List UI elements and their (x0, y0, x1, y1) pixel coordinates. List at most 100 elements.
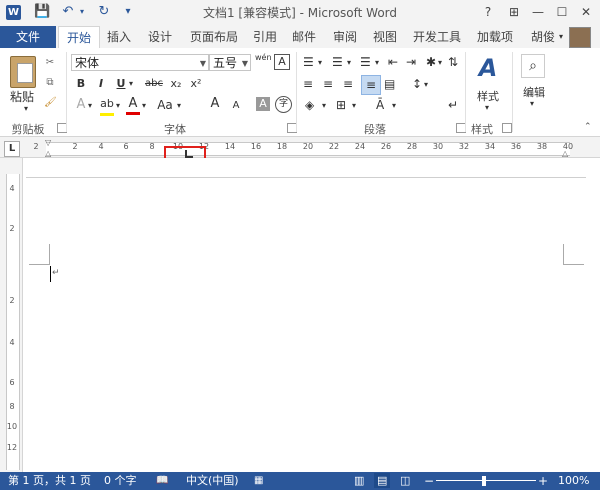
maximize-button[interactable]: ☐ (552, 3, 572, 21)
font-color-icon[interactable]: A (126, 96, 140, 115)
styles-dropdown-icon[interactable]: ▾ (485, 103, 489, 112)
print-layout-icon[interactable]: ▤ (377, 474, 387, 488)
show-marks-icon[interactable]: ↵ (448, 98, 458, 112)
shading-icon[interactable]: ◈ (305, 98, 314, 112)
editing-dropdown-icon[interactable]: ▾ (530, 99, 534, 108)
zoom-slider-track[interactable] (436, 480, 536, 481)
change-case-dropdown-icon[interactable]: ▾ (177, 101, 181, 110)
save-icon[interactable]: 💾 (34, 4, 50, 20)
multilevel-dropdown-icon[interactable]: ▾ (375, 58, 379, 67)
paste-button-label[interactable]: 粘贴 (10, 88, 38, 105)
read-mode-icon[interactable]: ▥ (354, 474, 364, 488)
align-right-icon[interactable]: ≡ (343, 77, 353, 91)
chinese-layout-dropdown-icon[interactable]: ▾ (438, 58, 442, 67)
align-left-icon[interactable]: ≡ (303, 77, 313, 91)
zoom-level[interactable]: 100% (558, 474, 589, 488)
redo-icon[interactable]: ↻ (96, 4, 112, 20)
character-shading-icon[interactable]: A (256, 97, 270, 111)
macro-record-icon[interactable]: ▦ (254, 474, 263, 488)
numbering-icon[interactable]: ☰ (332, 55, 343, 69)
sort-icon[interactable]: ⇅ (448, 55, 458, 69)
styles-icon[interactable]: A (474, 54, 502, 84)
minimize-button[interactable]: — (528, 3, 548, 21)
proofing-icon[interactable]: 📖 (156, 474, 168, 488)
tab-view[interactable]: 视图 (368, 26, 402, 48)
align-center-icon[interactable]: ≡ (323, 77, 333, 91)
first-line-indent-icon[interactable]: ▽ (45, 138, 51, 147)
help-button[interactable]: ? (478, 3, 498, 21)
styles-button-label[interactable]: 样式 (474, 88, 502, 104)
increase-indent-icon[interactable]: ⇥ (406, 55, 416, 69)
format-painter-icon[interactable]: 🖌 (44, 97, 57, 109)
left-indent-icon[interactable]: △ (45, 149, 51, 158)
status-page-count[interactable]: 第 1 页，共 1 页 (8, 474, 91, 488)
grow-font-button[interactable]: A (207, 96, 223, 112)
tab-review[interactable]: 审阅 (327, 26, 363, 48)
shrink-font-button[interactable]: A (229, 98, 243, 114)
enclose-characters-icon[interactable]: 字 (275, 96, 292, 113)
asian-layout-dropdown-icon[interactable]: ▾ (392, 101, 396, 110)
highlight-dropdown-icon[interactable]: ▾ (116, 101, 120, 110)
bold-button[interactable]: B (74, 76, 88, 92)
binoculars-icon[interactable]: ⌕ (521, 54, 545, 78)
highlight-color-icon[interactable]: ab (100, 97, 114, 116)
editing-button-label[interactable]: 编辑 (519, 84, 549, 100)
customize-qat-icon[interactable]: ▾ (120, 4, 136, 20)
font-size-combo[interactable]: 五号 ▼ (209, 54, 251, 71)
tab-page-layout[interactable]: 页面布局 (184, 26, 244, 48)
decrease-indent-icon[interactable]: ⇤ (388, 55, 398, 69)
tab-selector-icon[interactable]: L (4, 141, 20, 157)
numbering-dropdown-icon[interactable]: ▾ (347, 58, 351, 67)
justify-icon[interactable]: ≡ (361, 75, 381, 95)
chevron-down-icon[interactable]: ▼ (242, 55, 248, 72)
bullets-icon[interactable]: ☰ (303, 55, 314, 69)
subscript-button[interactable]: x₂ (168, 76, 184, 92)
text-effects-icon[interactable]: A (74, 97, 88, 113)
web-layout-icon[interactable]: ◫ (400, 474, 410, 488)
borders-icon[interactable]: ⊞ (336, 98, 346, 112)
borders-dropdown-icon[interactable]: ▾ (352, 101, 356, 110)
font-name-combo[interactable]: 宋体 ▼ (71, 54, 209, 71)
asian-layout-icon[interactable]: Ā (376, 98, 384, 112)
cut-icon[interactable]: ✂ (44, 57, 56, 69)
change-case-button[interactable]: Aa (154, 97, 176, 113)
status-word-count[interactable]: 0 个字 (104, 474, 137, 488)
line-spacing-dropdown-icon[interactable]: ▾ (424, 80, 428, 89)
shading-dropdown-icon[interactable]: ▾ (322, 101, 326, 110)
status-language[interactable]: 中文(中国) (186, 474, 239, 488)
multilevel-list-icon[interactable]: ☰ (360, 55, 371, 69)
user-name[interactable]: 胡俊 (526, 26, 560, 48)
font-color-dropdown-icon[interactable]: ▾ (142, 101, 146, 110)
chinese-layout-icon[interactable]: ✱ (426, 55, 436, 69)
tab-file[interactable]: 文件 (0, 26, 56, 48)
left-tab-stop-icon[interactable] (185, 150, 193, 158)
zoom-in-icon[interactable]: + (538, 474, 548, 488)
bullets-dropdown-icon[interactable]: ▾ (318, 58, 322, 67)
zoom-slider-thumb[interactable] (482, 476, 486, 486)
tab-developer[interactable]: 开发工具 (407, 26, 467, 48)
line-spacing-icon[interactable]: ↕ (412, 77, 422, 91)
undo-dropdown-icon[interactable]: ▾ (74, 4, 90, 20)
tab-home[interactable]: 开始 (58, 26, 100, 49)
italic-button[interactable]: I (94, 76, 108, 92)
tab-addins[interactable]: 加载项 (472, 26, 518, 48)
underline-dropdown-icon[interactable]: ▾ (129, 79, 133, 88)
collapse-ribbon-icon[interactable]: ⌃ (584, 122, 592, 132)
superscript-button[interactable]: x² (188, 76, 204, 92)
tab-mailings[interactable]: 邮件 (286, 26, 322, 48)
copy-icon[interactable]: ⧉ (44, 77, 56, 89)
chevron-down-icon[interactable]: ▼ (200, 55, 206, 72)
close-button[interactable]: ✕ (576, 3, 596, 21)
phonetic-guide-button[interactable]: wén (255, 54, 272, 62)
paste-icon[interactable] (10, 56, 36, 88)
character-border-icon[interactable]: A (274, 54, 290, 70)
tab-references[interactable]: 引用 (248, 26, 282, 48)
tab-design[interactable]: 设计 (142, 26, 178, 48)
text-effects-dropdown-icon[interactable]: ▾ (88, 101, 92, 110)
tab-insert[interactable]: 插入 (102, 26, 136, 48)
styles-launcher-icon[interactable] (502, 123, 512, 133)
user-dropdown-icon[interactable]: ▾ (559, 32, 563, 41)
paste-dropdown-icon[interactable]: ▾ (24, 104, 28, 113)
ribbon-display-button[interactable]: ⊞ (504, 3, 524, 21)
underline-button[interactable]: U (114, 76, 128, 92)
